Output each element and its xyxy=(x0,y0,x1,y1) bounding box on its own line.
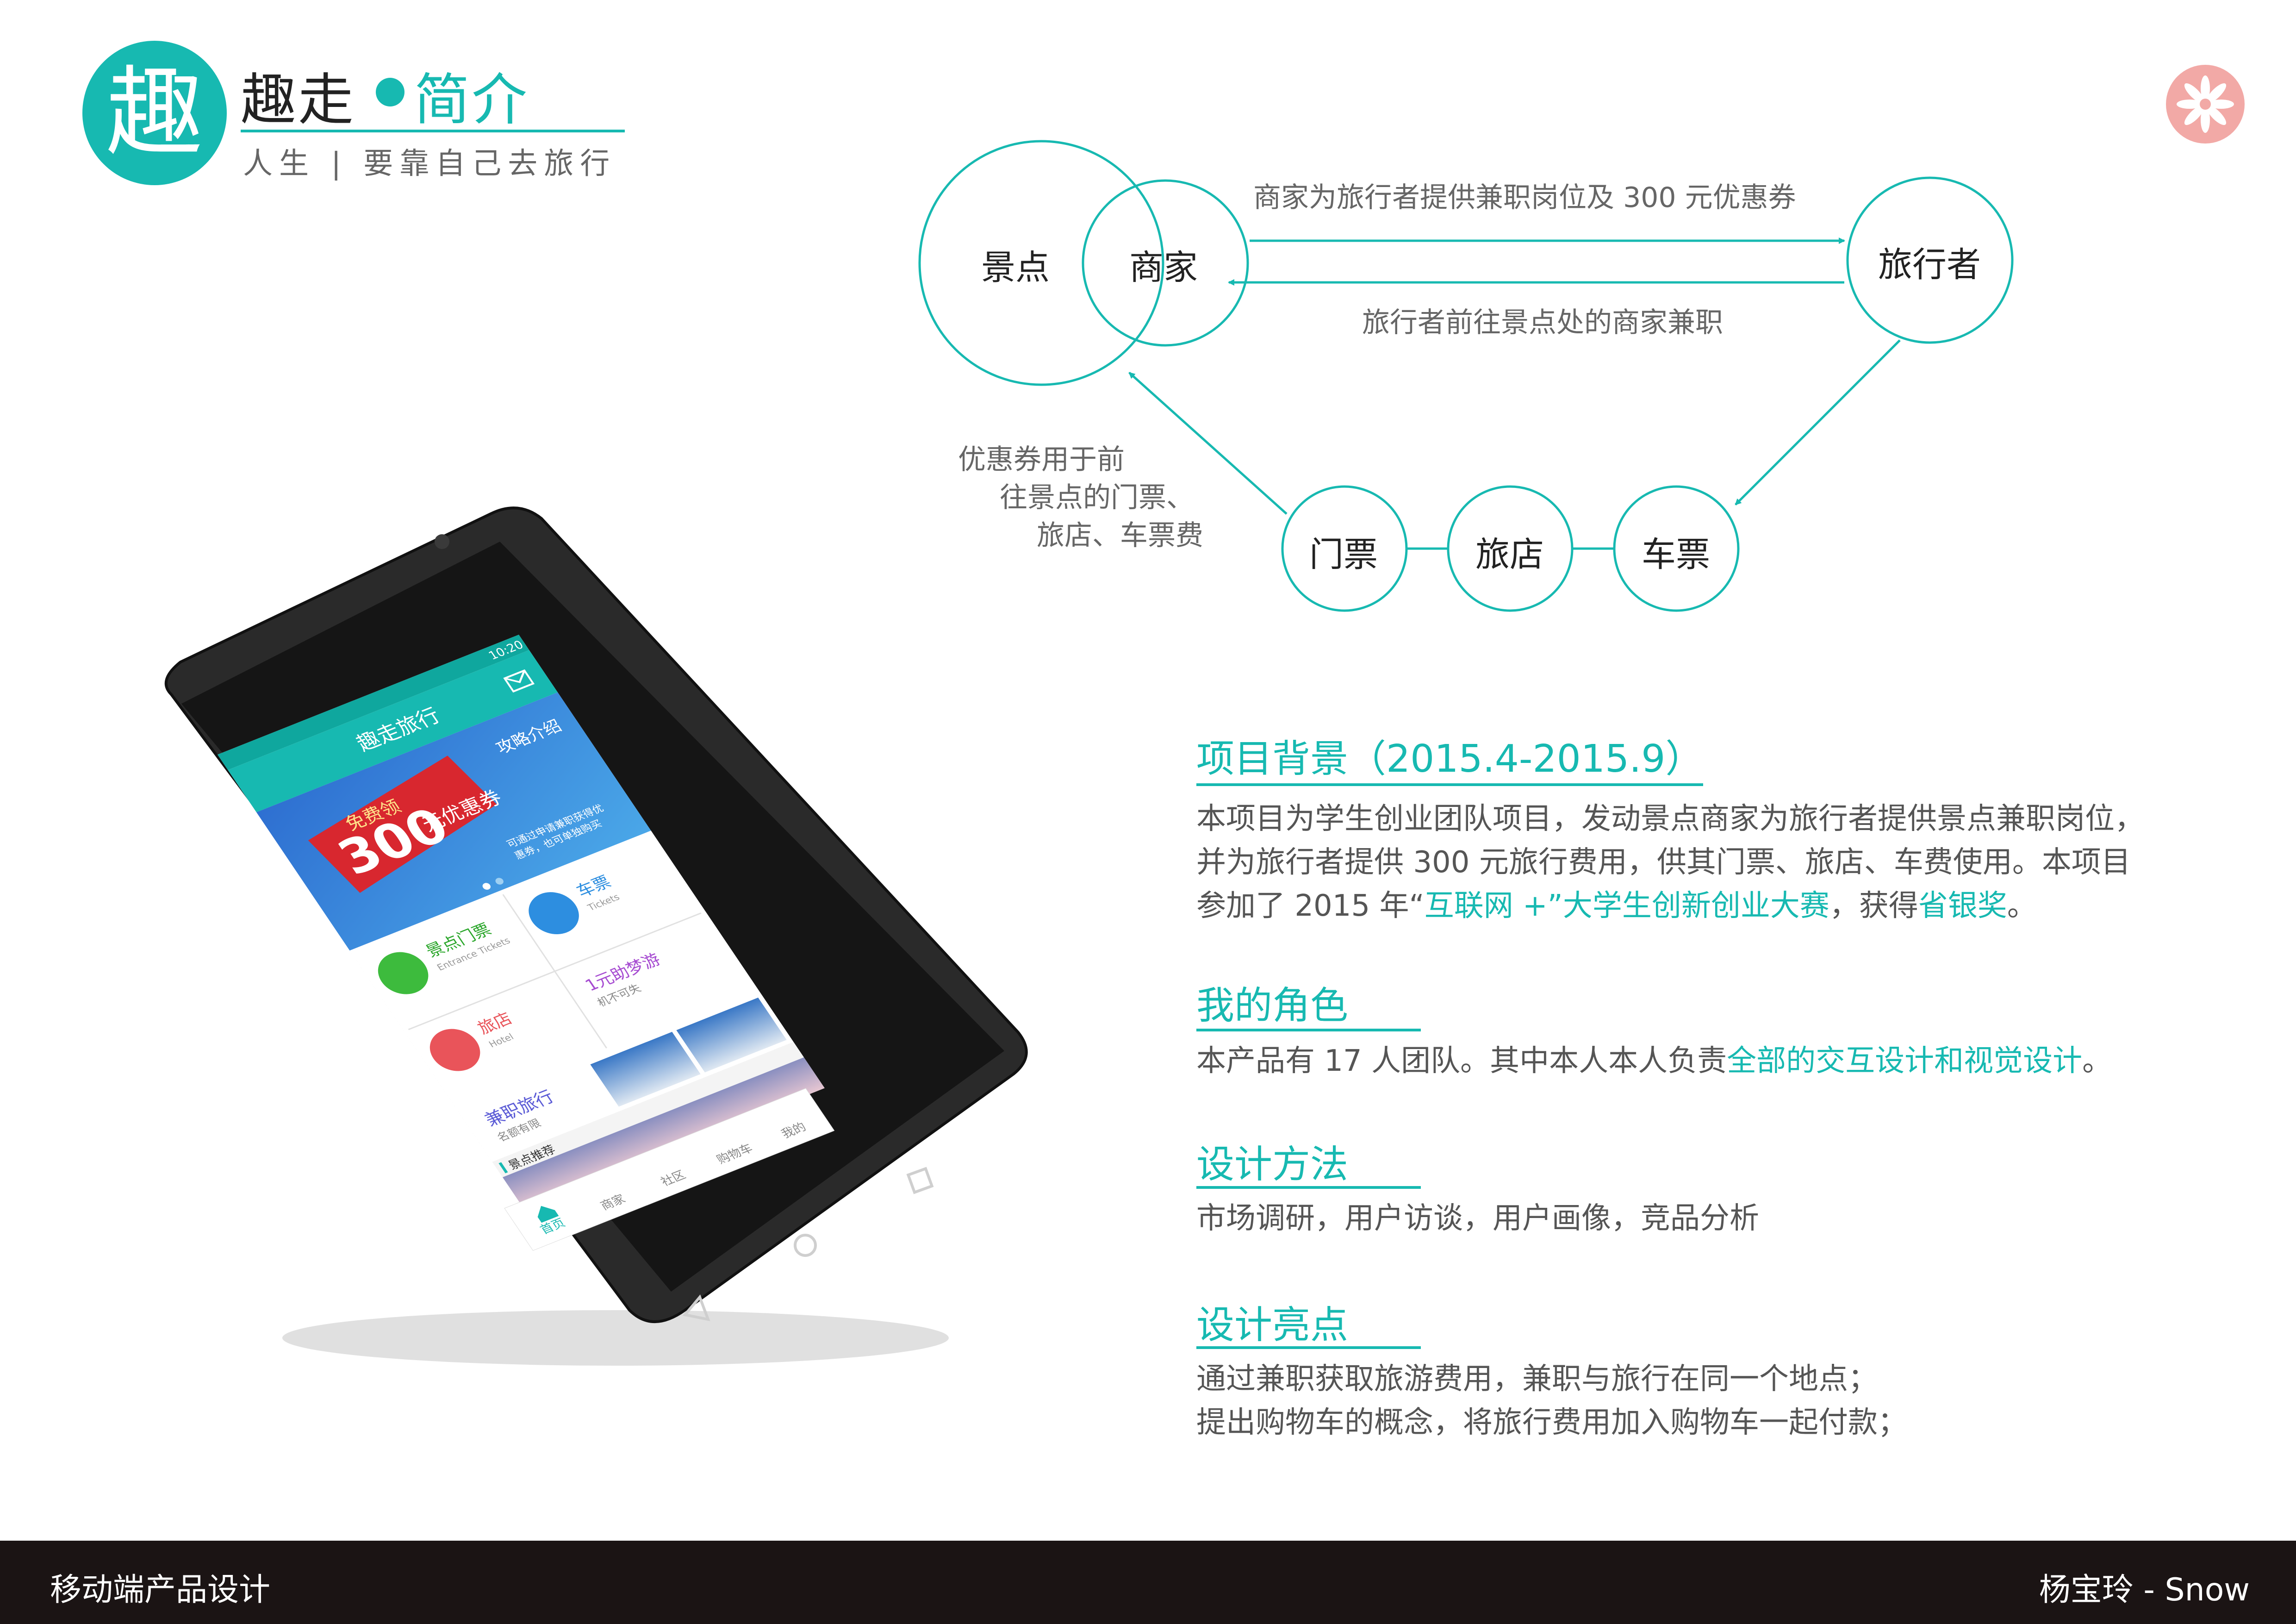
node-merchant: 商家 xyxy=(1129,248,1198,287)
footer-bar xyxy=(0,1541,2296,1624)
footer-right-text: 杨宝玲 - Snow xyxy=(2039,1572,2250,1608)
section-body-method: 市场调研，用户访谈，用户画像，竞品分析 xyxy=(1196,1201,1759,1236)
section-rule xyxy=(1196,1346,1421,1349)
home-button-icon xyxy=(794,1234,817,1257)
phone-mockup: 10:20 趣走旅行 免费领 300 元优惠券 攻略介绍 可通过申请兼职获得优 … xyxy=(139,486,1064,1389)
section-title-role: 我的角色 xyxy=(1196,984,1349,1028)
background-line-2: 并为旅行者提供 300 元旅行费用，供其门票、旅店、车费使用。本项目 xyxy=(1196,845,2131,880)
highlight-line-1: 通过兼职获取旅游费用，兼职与旅行在同一个地点； xyxy=(1196,1362,1878,1396)
node-hotel: 旅店 xyxy=(1475,535,1544,575)
section-rule xyxy=(1196,1186,1421,1189)
node-traveler: 旅行者 xyxy=(1878,245,1981,285)
node-scenic: 景点 xyxy=(981,248,1050,287)
arrow-traveler-to-train xyxy=(1735,339,1901,506)
section-title-highlight: 设计亮点 xyxy=(1196,1303,1349,1347)
node-ticket: 门票 xyxy=(1309,535,1378,575)
section-body-role: 本产品有 17 人团队。其中本人本人负责全部的交互设计和视觉设计。 xyxy=(1196,1044,2112,1078)
section-body-highlight: 通过兼职获取旅游费用，兼职与旅行在同一个地点； 提出购物车的概念，将旅行费用加入… xyxy=(1196,1357,1907,1444)
phone-illustration: 10:20 趣走旅行 免费领 300 元优惠券 攻略介绍 可通过申请兼职获得优 … xyxy=(164,506,1028,1366)
background-line-3: 参加了 2015 年“互联网 +”大学生创新创业大赛，获得省银奖。 xyxy=(1196,889,2037,923)
camera-icon xyxy=(435,534,449,549)
section-rule xyxy=(1196,1029,1421,1031)
highlight-line-2: 提出购物车的概念，将旅行费用加入购物车一起付款； xyxy=(1196,1405,1907,1440)
recents-icon xyxy=(906,1167,934,1194)
node-train-ticket: 车票 xyxy=(1642,535,1710,575)
section-title-background: 项目背景（2015.4-2015.9） xyxy=(1196,737,1704,781)
edge-label-offer: 商家为旅行者提供兼职岗位及 300 元优惠券 xyxy=(1253,181,1796,214)
footer-left-text: 移动端产品设计 xyxy=(50,1572,271,1608)
background-line-1: 本项目为学生创业团队项目，发动景点商家为旅行者提供景点兼职岗位， xyxy=(1196,802,2144,836)
coupon-line-1: 优惠券用于前 xyxy=(958,443,1125,476)
section-title-method: 设计方法 xyxy=(1196,1143,1349,1187)
edge-label-work: 旅行者前往景点处的商家兼职 xyxy=(1362,306,1723,339)
section-body-background: 本项目为学生创业团队项目，发动景点商家为旅行者提供景点兼职岗位， 并为旅行者提供… xyxy=(1196,797,2144,928)
section-rule xyxy=(1196,783,1703,786)
